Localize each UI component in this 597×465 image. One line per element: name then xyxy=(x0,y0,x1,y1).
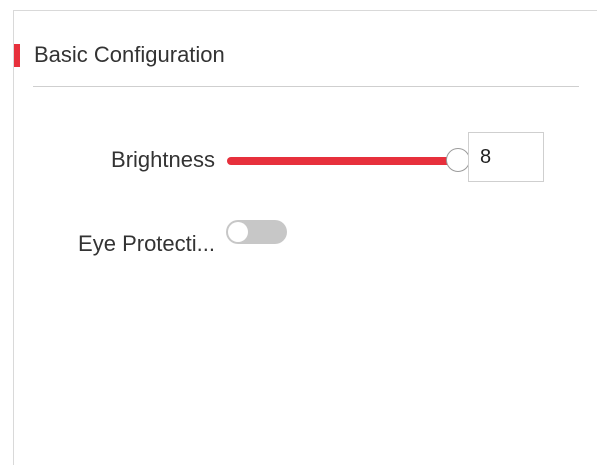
eye-protection-toggle-knob xyxy=(228,222,248,242)
brightness-slider-fill xyxy=(227,157,458,165)
section-divider xyxy=(33,86,579,87)
brightness-slider[interactable] xyxy=(227,147,470,175)
basic-configuration-panel: Basic Configuration Brightness Eye Prote… xyxy=(13,10,597,465)
section-title: Basic Configuration xyxy=(34,42,225,67)
eye-protection-label: Eye Protecti... xyxy=(78,231,215,256)
section-accent-bar xyxy=(14,44,20,67)
brightness-value-input[interactable] xyxy=(468,132,544,182)
eye-protection-toggle[interactable] xyxy=(226,220,287,244)
brightness-label: Brightness xyxy=(111,147,215,172)
section-header: Basic Configuration xyxy=(14,11,597,85)
brightness-slider-thumb[interactable] xyxy=(446,148,470,172)
